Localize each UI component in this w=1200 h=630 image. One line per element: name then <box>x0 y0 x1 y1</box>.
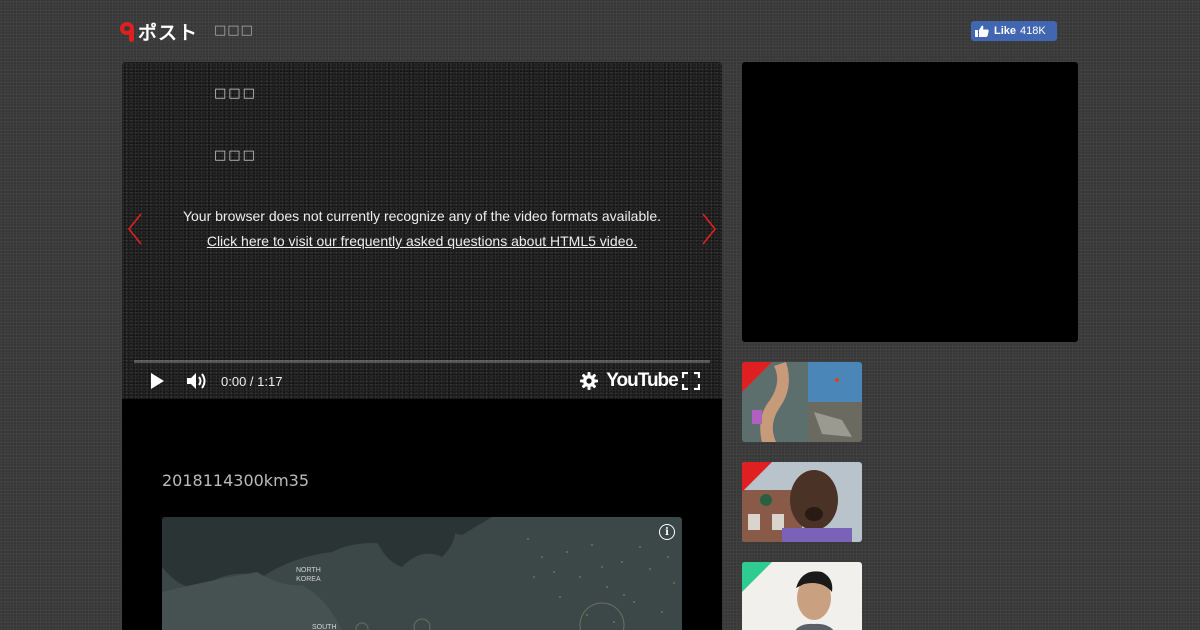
play-icon <box>151 373 164 389</box>
video-time: 0:00 / 1:17 <box>221 373 283 389</box>
youtube-logo[interactable]: YouTube <box>606 370 678 392</box>
thumbnail-map-news[interactable] <box>742 362 862 442</box>
map-label-south: SOUTH <box>312 624 337 630</box>
article-body: 2018114300km35 NORTH KOREA SOUTH i <box>122 399 722 630</box>
fullscreen-icon <box>682 372 700 390</box>
logo-mark-icon <box>120 20 134 42</box>
site-logo[interactable]: ポスト <box>120 18 198 44</box>
settings-button[interactable] <box>578 370 600 392</box>
chevron-right-icon[interactable] <box>699 212 719 246</box>
thumbnail-corner-tag <box>742 562 772 592</box>
thumbnail-corner-tag <box>742 462 772 492</box>
site-subtitle: □□□ <box>214 23 254 38</box>
thumbs-up-icon <box>975 25 989 37</box>
like-count: 418K <box>1020 25 1046 37</box>
facebook-like-button[interactable]: Like 418K <box>971 21 1057 41</box>
video-player[interactable]: □□□ □□□ Your browser does not currently … <box>122 62 722 399</box>
play-button[interactable] <box>146 370 168 392</box>
map-graphic <box>162 517 675 630</box>
map-label-north-korea: NORTH KOREA <box>296 567 321 583</box>
video-text-line-2: □□□ <box>214 148 257 163</box>
article-text: 2018114300km35 <box>162 471 310 490</box>
sidebar-ad[interactable] <box>742 62 1078 342</box>
volume-icon <box>187 373 206 389</box>
site-brand-name: ポスト <box>138 21 199 44</box>
info-icon[interactable]: i <box>659 524 675 540</box>
video-text-line-1: □□□ <box>214 86 257 101</box>
earthquake-map[interactable]: NORTH KOREA SOUTH i <box>162 517 682 630</box>
thumbnail-man-shouting[interactable] <box>742 462 862 542</box>
volume-button[interactable] <box>185 370 209 392</box>
gear-icon <box>580 372 598 390</box>
thumbnail-corner-tag <box>742 362 772 392</box>
html5-faq-link[interactable]: Click here to visit our frequently asked… <box>122 233 722 249</box>
fullscreen-button[interactable] <box>680 370 702 392</box>
like-label: Like <box>994 25 1017 37</box>
video-progress-bar[interactable] <box>134 360 710 363</box>
video-error-message: Your browser does not currently recogniz… <box>182 208 662 224</box>
thumbnail-man-talking[interactable] <box>742 562 862 630</box>
chevron-left-icon[interactable] <box>125 212 145 246</box>
